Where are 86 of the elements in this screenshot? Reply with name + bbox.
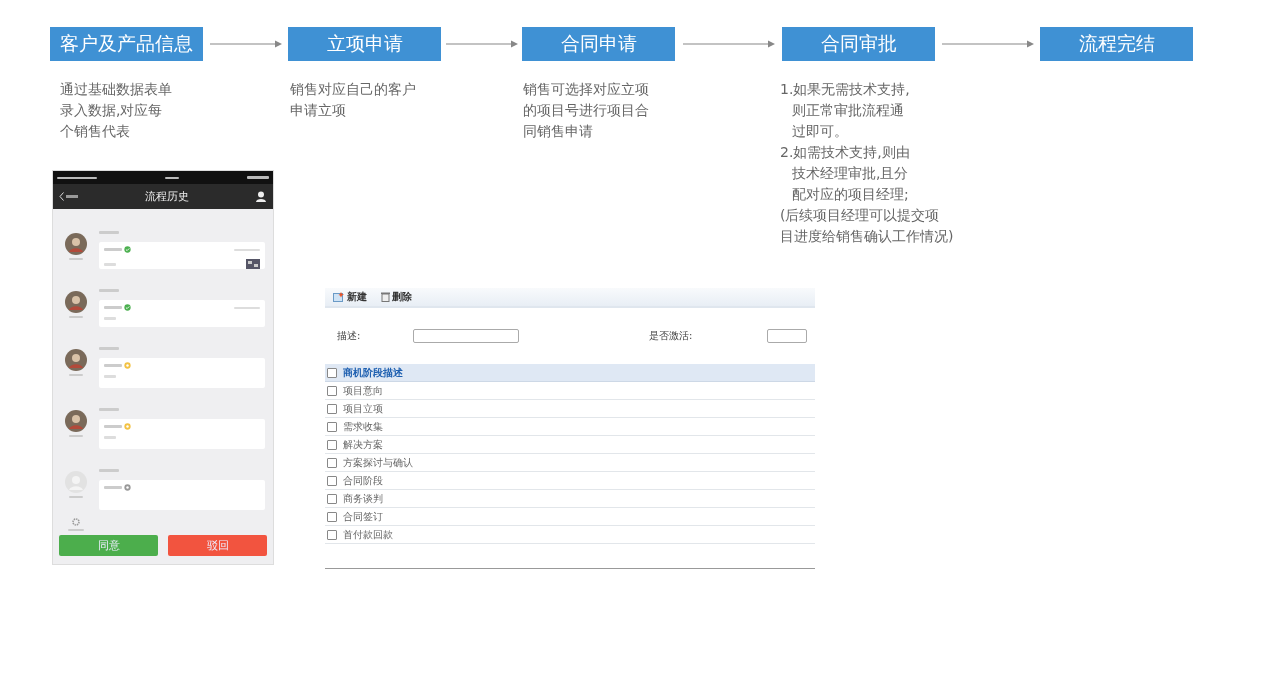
table-cell: 项目意向 (343, 383, 383, 398)
description-line: 个销售代表 (60, 122, 131, 141)
attachment-thumbnail-icon (246, 259, 260, 269)
blurred-text-drawing (99, 231, 119, 234)
description-line: 技术经理审批,且分 (791, 164, 910, 183)
blurred-text-drawing (104, 306, 122, 309)
table-cell: 合同阶段 (343, 473, 383, 488)
description-line: 1.如果无需技术支持, (780, 80, 911, 99)
description-line: 申请立项 (290, 101, 347, 120)
screen-title: 流程历史 (145, 189, 189, 204)
description-line: 配对应的项目经理; (791, 185, 910, 204)
checkbox[interactable] (327, 367, 337, 378)
gear-icon (124, 484, 131, 491)
table-cell: 需求收集 (343, 419, 383, 434)
check-circle-icon (124, 304, 131, 311)
checkbox[interactable] (327, 457, 337, 468)
checkbox[interactable] (327, 403, 337, 414)
check-circle-icon (124, 246, 131, 253)
step-box: 立项申请 (288, 27, 441, 61)
blurred-text-drawing (57, 176, 97, 179)
blurred-text-drawing (104, 486, 122, 489)
blurred-text-drawing (99, 289, 119, 292)
arrow-icon (445, 40, 518, 48)
blurred-text-drawing (104, 436, 116, 439)
user-icon[interactable] (255, 190, 267, 203)
clock-icon (124, 423, 131, 430)
description-line: 通过基础数据表单 (60, 80, 172, 99)
checkbox[interactable] (327, 475, 337, 486)
blurred-text-drawing (104, 248, 122, 251)
arrow-icon (682, 40, 775, 48)
blurred-text-drawing (104, 262, 116, 266)
description-line: 则正常审批流程通 (791, 101, 905, 120)
description-line: 过即可。 (791, 122, 849, 141)
description-line: 录入数据,对应每 (60, 101, 164, 120)
arrow-icon (209, 40, 282, 48)
avatar-icon (65, 410, 87, 432)
checkbox[interactable] (327, 439, 337, 450)
blurred-text-drawing (165, 176, 179, 179)
step-box: 合同审批 (782, 27, 935, 61)
step-box: 客户及产品信息 (50, 27, 203, 61)
clock-icon (124, 362, 131, 369)
table-cell: 首付款回款 (343, 527, 393, 542)
filter-field[interactable] (413, 329, 519, 343)
new-document-icon (333, 292, 345, 302)
description-line: (后续项目经理可以提交项 (780, 206, 941, 225)
description-line: 销售对应自己的客户 (290, 80, 416, 99)
trash-icon (381, 292, 390, 302)
checkbox[interactable] (327, 385, 337, 396)
blurred-text-drawing (234, 306, 260, 309)
description-line: 的项目号进行项目合 (523, 101, 649, 120)
avatar-icon (65, 291, 87, 313)
gear-icon (72, 518, 80, 526)
delete-button[interactable]: 删除 (377, 290, 416, 304)
back-icon[interactable] (59, 192, 79, 201)
column-header: 商机阶段描述 (343, 365, 403, 380)
blurred-text-drawing (234, 248, 260, 251)
new-button[interactable]: 新建 (329, 290, 371, 304)
checkbox[interactable] (327, 529, 337, 540)
step-box: 合同申请 (522, 27, 675, 61)
blurred-text-drawing (104, 364, 122, 367)
avatar-icon (65, 233, 87, 255)
avatar-icon (65, 349, 87, 371)
table-cell: 合同签订 (343, 509, 383, 524)
checkbox[interactable] (327, 421, 337, 432)
filter-field[interactable] (767, 329, 807, 343)
blurred-text-drawing (104, 425, 122, 428)
blurred-text-drawing (104, 317, 116, 320)
checkbox[interactable] (327, 493, 337, 504)
blurred-text-drawing (99, 469, 119, 472)
blurred-text-drawing (104, 375, 116, 378)
table-cell: 方案探讨与确认 (343, 455, 413, 470)
blurred-text-drawing (247, 176, 269, 179)
blurred-text-drawing (99, 347, 119, 350)
step-box: 流程完结 (1040, 27, 1193, 61)
blurred-text-drawing (99, 408, 119, 411)
table-cell: 项目立项 (343, 401, 383, 416)
filter-label: 描述: (337, 329, 362, 343)
filter-label: 是否激活: (649, 329, 694, 343)
description-line: 2.如需技术支持,则由 (780, 143, 911, 162)
description-line: 同销售申请 (523, 122, 594, 141)
checkbox[interactable] (327, 511, 337, 522)
arrow-icon (941, 40, 1034, 48)
table-cell: 解决方案 (343, 437, 383, 452)
table-cell: 商务谈判 (343, 491, 383, 506)
description-line: 目进度给销售确认工作情况) (780, 227, 954, 246)
description-line: 销售可选择对应立项 (523, 80, 649, 99)
